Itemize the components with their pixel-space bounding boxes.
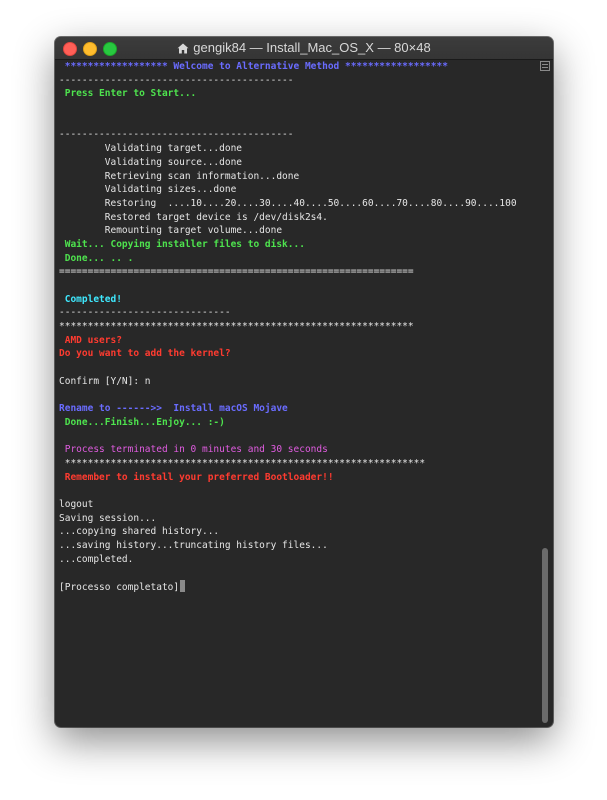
- terminal-line-text: ========================================…: [59, 266, 414, 278]
- terminal-line-text: Press Enter to Start...: [59, 88, 197, 100]
- terminal-line-text: Remounting target volume...done: [59, 225, 283, 237]
- terminal-line: Press Enter to Start...: [59, 87, 535, 101]
- terminal-line: AMD users?: [59, 334, 535, 348]
- terminal-line: Validating target...done: [59, 142, 535, 156]
- terminal-line-text: ...copying shared history...: [59, 526, 220, 538]
- terminal-line-text: Retrieving scan information...done: [59, 170, 300, 182]
- terminal-line-text: ------------------------------: [59, 307, 231, 319]
- terminal-line-text: Restoring ....10....20....30....40....50…: [59, 197, 517, 209]
- terminal-output[interactable]: ****************** Welcome to Alternativ…: [59, 60, 535, 725]
- terminal-line-text: logout: [59, 499, 94, 510]
- terminal-line: Completed!: [59, 293, 535, 307]
- terminal-line: ========================================…: [59, 265, 535, 279]
- terminal-line-text: ----------------------------------------…: [59, 129, 294, 141]
- terminal-line: ------------------------------: [59, 306, 535, 320]
- terminal-line-text: ****************************************…: [59, 321, 414, 333]
- terminal-line-text: Rename to ------>> Install macOS Mojave: [59, 403, 288, 415]
- terminal-window: gengik84 — Install_Mac_OS_X — 80×48 ****…: [55, 37, 553, 727]
- scrollbar[interactable]: [539, 75, 551, 723]
- title-bar[interactable]: gengik84 — Install_Mac_OS_X — 80×48: [55, 37, 553, 60]
- terminal-line-text: ----------------------------------------…: [59, 74, 294, 86]
- terminal-line-text: Restored target device is /dev/disk2s4.: [59, 211, 328, 223]
- terminal-line: ****************************************…: [59, 320, 535, 334]
- split-pane-icon[interactable]: [540, 61, 550, 71]
- terminal-line-text: Confirm [Y/N]: n: [59, 375, 151, 387]
- terminal-line: Restored target device is /dev/disk2s4.: [59, 211, 535, 225]
- terminal-line: Wait... Copying installer files to disk.…: [59, 238, 535, 252]
- terminal-line-text: Process terminated in 0 minutes and 30 s…: [59, 444, 328, 456]
- terminal-line: ----------------------------------------…: [59, 74, 535, 88]
- terminal-line: Process terminated in 0 minutes and 30 s…: [59, 443, 535, 457]
- text-cursor: [180, 580, 186, 593]
- terminal-line-text: Validating sizes...done: [59, 184, 237, 196]
- terminal-line: logout: [59, 498, 535, 512]
- terminal-line-text: Validating target...done: [59, 143, 243, 155]
- terminal-line: Validating sizes...done: [59, 183, 535, 197]
- terminal-line-text: Completed!: [59, 293, 122, 305]
- terminal-line-text: Wait... Copying installer files to disk.…: [59, 238, 305, 250]
- terminal-line: ...copying shared history...: [59, 525, 535, 539]
- terminal-line: Remounting target volume...done: [59, 224, 535, 238]
- terminal-line: ****************************************…: [59, 457, 535, 471]
- terminal-line-text: Validating source...done: [59, 156, 243, 168]
- terminal-line: Done...Finish...Enjoy... :-): [59, 416, 535, 430]
- terminal-line: Retrieving scan information...done: [59, 170, 535, 184]
- terminal-line-text: Do you want to add the kernel?: [59, 348, 231, 360]
- terminal-line-text: Saving session...: [59, 512, 157, 524]
- terminal-line: ****************** Welcome to Alternativ…: [59, 60, 535, 74]
- window-title: gengik84 — Install_Mac_OS_X — 80×48: [193, 40, 431, 55]
- window-title-wrapper: gengik84 — Install_Mac_OS_X — 80×48: [55, 37, 553, 59]
- terminal-line-text: ****************** Welcome to Alternativ…: [59, 61, 448, 72]
- terminal-line-text: ...saving history...truncating history f…: [59, 540, 328, 552]
- terminal-line-text: AMD users?: [59, 334, 122, 346]
- terminal-line: Do you want to add the kernel?: [59, 347, 535, 361]
- scrollbar-thumb[interactable]: [542, 548, 548, 723]
- terminal-line-text: ****************************************…: [59, 457, 426, 469]
- home-icon: [177, 39, 189, 61]
- terminal-line: Rename to ------>> Install macOS Mojave: [59, 402, 535, 416]
- terminal-line-text: Done...Finish...Enjoy... :-): [59, 416, 225, 428]
- terminal-line-text: [Processo completato]: [59, 582, 180, 594]
- terminal-line-text: Remember to install your preferred Bootl…: [59, 471, 334, 483]
- terminal-line: [Processo completato]: [59, 580, 535, 594]
- terminal-line: ----------------------------------------…: [59, 128, 535, 142]
- terminal-line: Confirm [Y/N]: n: [59, 375, 535, 389]
- terminal-line: Done... .. .: [59, 252, 535, 266]
- terminal-line: Restoring ....10....20....30....40....50…: [59, 197, 535, 211]
- terminal-line: Saving session...: [59, 512, 535, 526]
- terminal-line-text: ...completed.: [59, 553, 134, 565]
- terminal-line: ...saving history...truncating history f…: [59, 539, 535, 553]
- terminal-line: ...completed.: [59, 553, 535, 567]
- terminal-line-text: Done... .. .: [59, 252, 134, 264]
- terminal-line: Validating source...done: [59, 156, 535, 170]
- terminal-line: Remember to install your preferred Bootl…: [59, 471, 535, 485]
